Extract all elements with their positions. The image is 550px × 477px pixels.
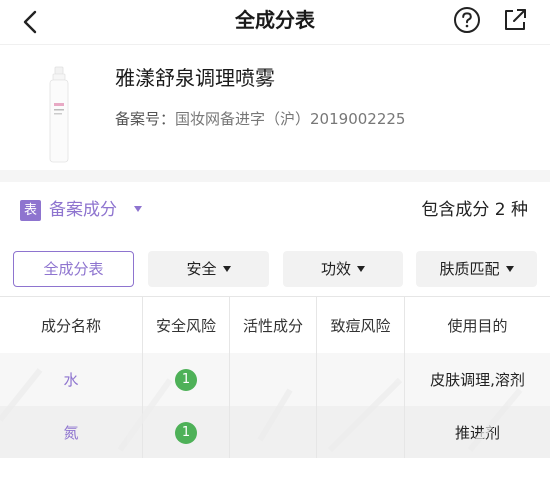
nav-bar: 全成分表 bbox=[0, 0, 550, 44]
header-acne-risk: 致痘风险 bbox=[317, 297, 405, 353]
ingredient-name: 水 bbox=[0, 353, 143, 406]
ingredient-count: 包含成分 2 种 bbox=[421, 200, 528, 220]
filter-effect-label: 功效 bbox=[320, 260, 351, 278]
registration-number: 备案号：国妆网备进字（沪）2019002225 bbox=[115, 109, 405, 129]
filter-all-label: 全成分表 bbox=[43, 260, 104, 278]
safety-risk-cell: 1 bbox=[143, 353, 230, 406]
purpose-cell: 皮肤调理,溶剂 bbox=[430, 371, 525, 389]
purpose-cell: 推进剂 bbox=[454, 424, 500, 442]
ingredient-name-text: 水 bbox=[63, 371, 79, 389]
acne-risk-cell bbox=[317, 406, 405, 458]
product-card: 雅漾舒泉调理喷雾 备案号：国妆网备进字（沪）2019002225 bbox=[0, 44, 550, 170]
product-image bbox=[49, 66, 69, 163]
filter-skin-label: 肤质匹配 bbox=[439, 260, 500, 278]
header-purpose: 使用目的 bbox=[447, 316, 508, 335]
filter-all-ingredients[interactable]: 全成分表 bbox=[13, 251, 134, 287]
filter-safety[interactable]: 安全 bbox=[148, 251, 269, 287]
safety-risk-cell: 1 bbox=[143, 406, 230, 458]
header-safety-risk: 安全风险 bbox=[143, 297, 230, 353]
registration-value: 国妆网备进字（沪）2019002225 bbox=[175, 110, 406, 128]
caret-down-icon bbox=[222, 265, 231, 272]
question-circle-icon[interactable] bbox=[452, 5, 482, 35]
filing-dropdown[interactable]: 备案成分 bbox=[49, 198, 117, 222]
safety-risk-badge: 1 bbox=[175, 368, 197, 391]
section-divider bbox=[0, 170, 550, 182]
product-name: 雅漾舒泉调理喷雾 bbox=[115, 66, 275, 90]
footer-space bbox=[0, 458, 550, 477]
caret-down-icon[interactable] bbox=[134, 206, 142, 212]
ingredient-table: 成分名称 安全风险 活性成分 致痘风险 使用目的 水 1 皮肤调理,溶剂 氮 1… bbox=[0, 296, 550, 458]
table-badge-icon: 表 bbox=[20, 200, 41, 221]
filing-header: 表 备案成分 包含成分 2 种 bbox=[0, 182, 550, 238]
filter-effect[interactable]: 功效 bbox=[283, 251, 403, 287]
header-active-ingredient: 活性成分 bbox=[230, 297, 317, 353]
registration-label: 备案号： bbox=[115, 110, 176, 128]
table-row[interactable]: 水 1 皮肤调理,溶剂 bbox=[0, 353, 550, 406]
filter-safety-label: 安全 bbox=[186, 260, 217, 278]
table-header-row: 成分名称 安全风险 活性成分 致痘风险 使用目的 bbox=[0, 297, 550, 353]
safety-risk-badge: 1 bbox=[175, 421, 197, 444]
acne-risk-cell bbox=[317, 353, 405, 406]
header-ingredient-name: 成分名称 bbox=[0, 297, 143, 353]
ingredient-name: 氮 bbox=[0, 406, 143, 458]
ingredient-name-text: 氮 bbox=[63, 424, 79, 442]
active-cell bbox=[230, 406, 317, 458]
active-cell bbox=[230, 353, 317, 406]
share-icon[interactable] bbox=[500, 5, 530, 35]
caret-down-icon bbox=[357, 265, 365, 272]
filter-bar: 全成分表 安全 功效 肤质匹配 bbox=[0, 238, 550, 296]
filter-skin-match[interactable]: 肤质匹配 bbox=[416, 251, 537, 287]
caret-down-icon bbox=[505, 265, 514, 272]
table-row[interactable]: 氮 1 推进剂 bbox=[0, 406, 550, 458]
